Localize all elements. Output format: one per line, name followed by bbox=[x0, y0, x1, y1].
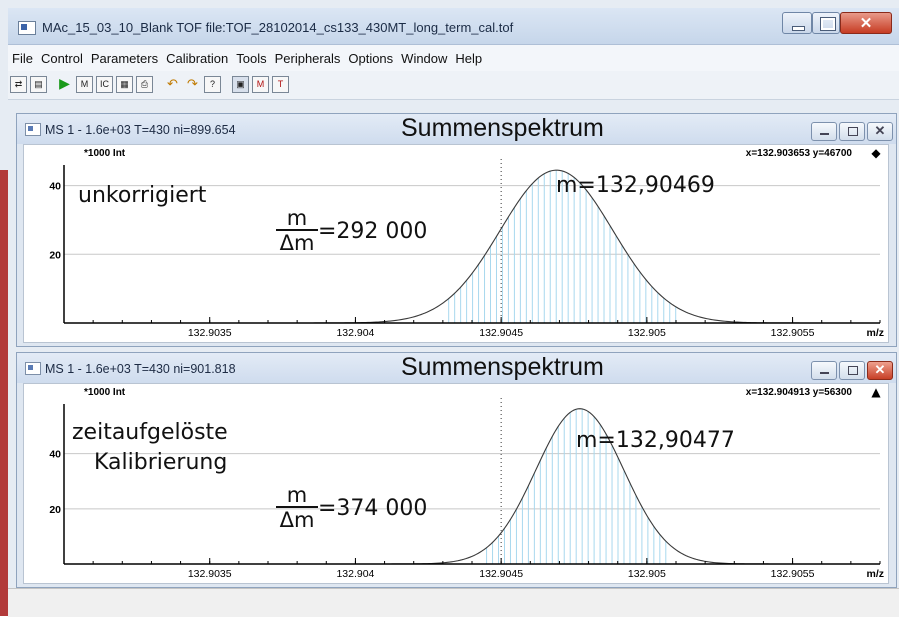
y-tick-label: 40 bbox=[49, 181, 61, 193]
cursor-readout: x=132.904913 y=56300 bbox=[746, 387, 853, 398]
y-unit-label: *1000 Int bbox=[84, 387, 126, 398]
ms-spectrum-icon[interactable]: M bbox=[76, 76, 93, 93]
application-window: MAc_15_03_10_Blank TOF file:TOF_28102014… bbox=[0, 0, 899, 617]
desktop-edge bbox=[0, 170, 8, 616]
child-restore-button[interactable] bbox=[839, 361, 865, 380]
help-icon[interactable]: ? bbox=[204, 76, 221, 93]
resolution-value: =292 000 bbox=[318, 219, 428, 244]
plot-area[interactable]: 132.9035 132.904 132.9045 132.905 132.9055 20… bbox=[23, 383, 889, 584]
y-tick-label: 20 bbox=[49, 249, 61, 261]
spectrum-window-1: MS 1 - 1.6e+03 T=430 ni=899.654 Summensp… bbox=[16, 113, 897, 347]
x-tick-label: 132.9045 bbox=[479, 327, 523, 339]
restore-icon bbox=[848, 127, 858, 136]
spectrum-heading: Summenspektrum bbox=[401, 114, 604, 142]
x-tick-label: 132.9055 bbox=[771, 327, 815, 339]
series-label-line2: Kalibrierung bbox=[94, 450, 228, 475]
cursor-marker-icon: ▲ bbox=[871, 385, 881, 399]
menu-calibration[interactable]: Calibration bbox=[162, 45, 232, 66]
child-minimize-button[interactable] bbox=[811, 122, 837, 141]
window-title: MAc_15_03_10_Blank TOF file:TOF_28102014… bbox=[42, 20, 514, 35]
x-unit-label: m/z bbox=[866, 568, 884, 580]
matrix-icon[interactable]: ▦ bbox=[116, 76, 133, 93]
x-tick-label: 132.905 bbox=[628, 327, 666, 339]
menu-file[interactable]: File bbox=[8, 45, 37, 66]
minimize-icon bbox=[820, 133, 829, 135]
app-icon bbox=[18, 21, 36, 35]
mass-label: m=132,90469 bbox=[556, 173, 715, 198]
resolution-fraction: m Δm bbox=[276, 484, 318, 532]
child-window-title: MS 1 - 1.6e+03 T=430 ni=899.654 bbox=[45, 123, 236, 137]
undo-icon[interactable]: ↶ bbox=[164, 76, 181, 93]
menu-tools[interactable]: Tools bbox=[232, 45, 270, 66]
play-icon[interactable]: ▶ bbox=[56, 76, 73, 93]
spectrum-window-2: MS 1 - 1.6e+03 T=430 ni=901.818 Summensp… bbox=[16, 352, 897, 588]
save-icon[interactable]: ▤ bbox=[30, 76, 47, 93]
x-unit-label: m/z bbox=[866, 327, 884, 339]
cursor-readout: x=132.903653 y=46700 bbox=[746, 148, 853, 159]
close-icon: ✕ bbox=[874, 123, 886, 138]
resolution-fraction: m Δm bbox=[276, 207, 318, 255]
y-tick-label: 40 bbox=[49, 449, 61, 461]
maximize-button[interactable] bbox=[812, 12, 840, 34]
print-icon[interactable]: ⎙ bbox=[136, 76, 153, 93]
title-bar[interactable]: MAc_15_03_10_Blank TOF file:TOF_28102014… bbox=[8, 8, 899, 45]
cursor-marker-icon: ◆ bbox=[871, 146, 881, 160]
minimize-button[interactable] bbox=[782, 12, 812, 34]
child-title-bar[interactable]: MS 1 - 1.6e+03 T=430 ni=901.818 Summensp… bbox=[17, 353, 896, 383]
child-minimize-button[interactable] bbox=[811, 361, 837, 380]
spectrum-plot: 132.9035 132.904 132.9045 132.905 132.9055 20… bbox=[49, 146, 884, 339]
close-icon: ✕ bbox=[859, 15, 873, 32]
child-window-title: MS 1 - 1.6e+03 T=430 ni=901.818 bbox=[45, 362, 236, 376]
child-close-button[interactable]: ✕ bbox=[867, 122, 893, 141]
x-tick-label: 132.9045 bbox=[479, 568, 523, 580]
series-label-line1: zeitaufgelöste bbox=[72, 420, 228, 445]
x-tick-label: 132.9035 bbox=[188, 568, 232, 580]
chart-icon[interactable]: T bbox=[272, 76, 289, 93]
status-bar bbox=[8, 588, 899, 617]
close-button[interactable]: ✕ bbox=[840, 12, 892, 34]
resolution-denominator: Δm bbox=[279, 231, 315, 255]
toolbar: ⇄ ▤ ▶ M IC ▦ ⎙ ↶ ↷ ? ▣ M T bbox=[8, 71, 899, 100]
x-tick-label: 132.9035 bbox=[188, 327, 232, 339]
menu-bar: File Control Parameters Calibration Tools Per… bbox=[8, 45, 899, 71]
mass-marker-icon[interactable]: M bbox=[252, 76, 269, 93]
menu-options[interactable]: Options bbox=[344, 45, 397, 66]
x-tick-label: 132.904 bbox=[336, 568, 374, 580]
spectrum-window-icon bbox=[25, 362, 41, 375]
series-label: unkorrigiert bbox=[78, 183, 207, 208]
maximize-icon bbox=[820, 17, 836, 31]
resolution-numerator: m bbox=[276, 207, 318, 231]
minimize-icon bbox=[820, 372, 829, 374]
ic-icon[interactable]: IC bbox=[96, 76, 113, 93]
minimize-icon bbox=[792, 26, 805, 31]
mass-label: m=132,90477 bbox=[576, 428, 735, 453]
y-tick-label: 20 bbox=[49, 504, 61, 516]
plot-area[interactable]: 132.9035 132.904 132.9045 132.905 132.9055 20… bbox=[23, 144, 889, 343]
restore-icon bbox=[848, 366, 858, 375]
spectrum-window-icon bbox=[25, 123, 41, 136]
menu-help[interactable]: Help bbox=[451, 45, 486, 66]
menu-parameters[interactable]: Parameters bbox=[87, 45, 162, 66]
spectrum-heading: Summenspektrum bbox=[401, 353, 604, 381]
child-close-button[interactable]: ✕ bbox=[867, 361, 893, 380]
resolution-denominator: Δm bbox=[279, 508, 315, 532]
x-tick-label: 132.9055 bbox=[771, 568, 815, 580]
resolution-value: =374 000 bbox=[318, 496, 428, 521]
x-tick-label: 132.905 bbox=[628, 568, 666, 580]
open-icon[interactable]: ⇄ bbox=[10, 76, 27, 93]
panel-icon[interactable]: ▣ bbox=[232, 76, 249, 93]
resolution-numerator: m bbox=[276, 484, 318, 508]
redo-icon[interactable]: ↷ bbox=[184, 76, 201, 93]
y-unit-label: *1000 Int bbox=[84, 148, 126, 159]
menu-window[interactable]: Window bbox=[397, 45, 451, 66]
menu-peripherals[interactable]: Peripherals bbox=[271, 45, 345, 66]
menu-control[interactable]: Control bbox=[37, 45, 87, 66]
child-restore-button[interactable] bbox=[839, 122, 865, 141]
close-icon: ✕ bbox=[874, 362, 886, 377]
x-tick-label: 132.904 bbox=[336, 327, 374, 339]
spectrum-plot: 132.9035 132.904 132.9045 132.905 132.9055 20… bbox=[49, 385, 884, 580]
child-title-bar[interactable]: MS 1 - 1.6e+03 T=430 ni=899.654 Summensp… bbox=[17, 114, 896, 144]
